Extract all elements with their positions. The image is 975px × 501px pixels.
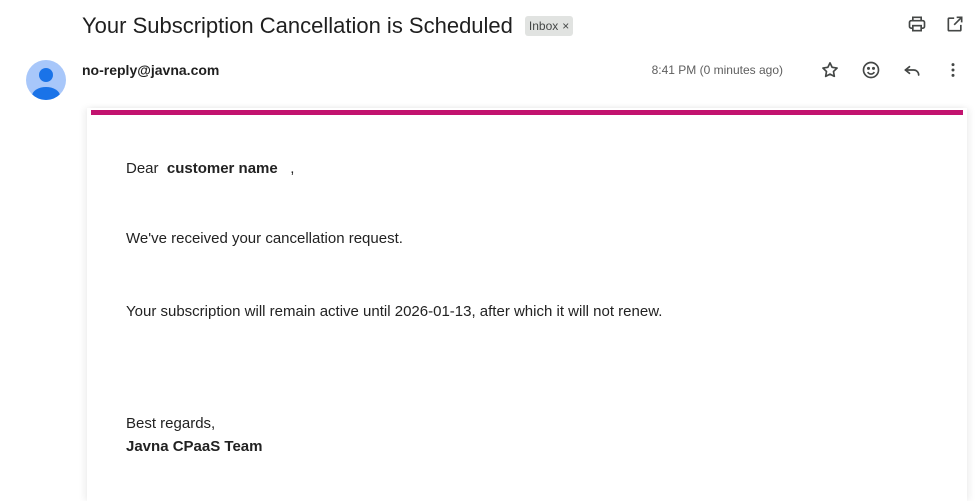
print-icon[interactable] [905, 12, 929, 36]
customer-name: customer name [166, 160, 278, 177]
message-actions: 8:41 PM (0 minutes ago) [652, 58, 965, 82]
greeting-suffix: , [290, 160, 295, 177]
signoff-line: Best regards, [126, 415, 216, 432]
label-text: Inbox [528, 18, 559, 33]
emoji-icon[interactable] [859, 58, 883, 82]
body-line-received: We've received your cancellation request… [126, 230, 403, 247]
thread-actions [905, 12, 967, 36]
open-in-new-window-icon[interactable] [943, 12, 967, 36]
reply-icon[interactable] [900, 58, 924, 82]
accent-bar [91, 110, 963, 115]
inbox-label-chip[interactable]: Inbox × [524, 16, 574, 36]
email-view: Your Subscription Cancellation is Schedu… [0, 0, 975, 501]
default-avatar-icon[interactable] [26, 60, 66, 100]
subject-row: Your Subscription Cancellation is Schedu… [82, 8, 955, 44]
more-vertical-icon[interactable] [941, 58, 965, 82]
greeting-prefix: Dear [126, 160, 159, 177]
star-icon[interactable] [818, 58, 842, 82]
email-subject: Your Subscription Cancellation is Schedu… [82, 13, 513, 38]
message-timestamp: 8:41 PM (0 minutes ago) [651, 63, 783, 77]
sender-address[interactable]: no-reply@javna.com [82, 62, 219, 78]
email-body-card: Dear customer name , We've received your… [87, 108, 967, 501]
body-line-active-until: Your subscription will remain active unt… [126, 303, 663, 320]
team-signature: Javna CPaaS Team [126, 438, 263, 455]
remove-label-button[interactable]: × [562, 19, 569, 33]
greeting-line: Dear customer name , [126, 160, 294, 177]
